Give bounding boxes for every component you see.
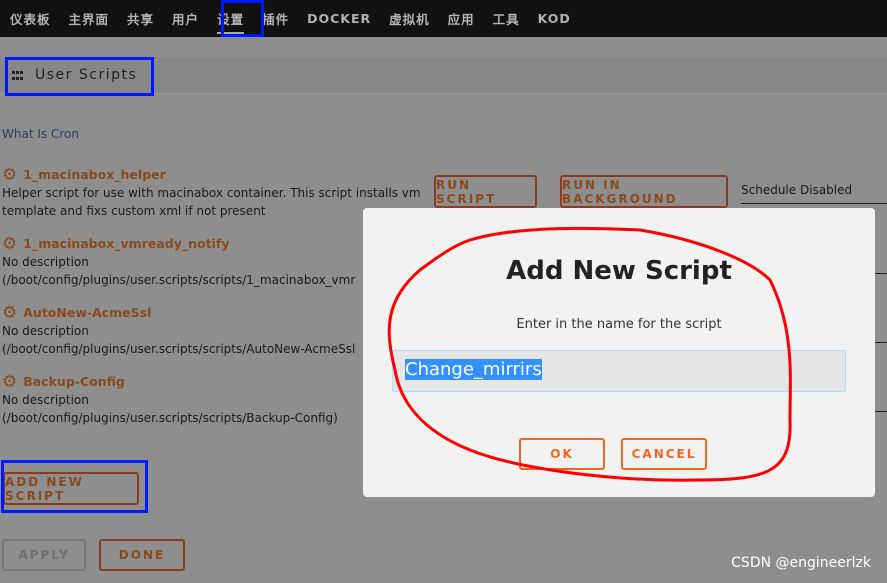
nav-dashboard[interactable]: 仪表板 xyxy=(10,9,51,28)
watermark: CSDN @engineerlzk xyxy=(731,555,871,571)
script-name-input[interactable]: Change_mirrirs xyxy=(392,350,846,392)
gear-icon[interactable]: ⚙ xyxy=(2,305,17,322)
nav-tools[interactable]: 工具 xyxy=(493,9,520,28)
run-script-button[interactable]: RUN SCRIPT xyxy=(434,175,537,208)
dialog-prompt: Enter in the name for the script xyxy=(516,317,722,332)
nav-vms[interactable]: 虚拟机 xyxy=(389,9,430,28)
script-path: (/boot/config/plugins/user.scripts/scrip… xyxy=(2,411,338,425)
nav-main[interactable]: 主界面 xyxy=(69,9,110,28)
add-script-dialog: Add New Script Enter in the name for the… xyxy=(363,208,875,497)
top-nav: 仪表板 主界面 共享 用户 设置 插件 DOCKER 虚拟机 应用 工具 KOD xyxy=(0,0,887,37)
gear-icon[interactable]: ⚙ xyxy=(2,167,17,184)
schedule-select[interactable]: Schedule Disabled xyxy=(741,183,887,204)
ok-button[interactable]: OK xyxy=(519,438,605,470)
apply-button[interactable]: APPLY xyxy=(2,539,86,571)
script-desc: No description xyxy=(2,393,89,407)
script-name[interactable]: Backup-Config xyxy=(23,373,125,391)
script-desc: No description xyxy=(2,255,89,269)
script-item: ⚙ AutoNew-AcmeSsl No description (/boot/c… xyxy=(2,304,364,358)
script-path: (/boot/config/plugins/user.scripts/scrip… xyxy=(2,342,356,356)
cancel-button[interactable]: CANCEL xyxy=(621,438,707,470)
script-name[interactable]: AutoNew-AcmeSsl xyxy=(23,304,151,322)
script-name[interactable]: 1_macinabox_vmready_notify xyxy=(23,235,229,253)
annotation-box xyxy=(221,0,264,37)
script-item: ⚙ 1_macinabox_vmready_notify No descripti… xyxy=(2,235,364,289)
what-is-cron-link[interactable]: What Is Cron xyxy=(2,127,79,141)
run-in-background-button[interactable]: RUN IN BACKGROUND xyxy=(560,175,728,208)
annotation-box xyxy=(5,57,154,96)
nav-docker[interactable]: DOCKER xyxy=(307,11,371,26)
nav-kod[interactable]: KOD xyxy=(538,11,571,26)
gear-icon[interactable]: ⚙ xyxy=(2,374,17,391)
script-name[interactable]: 1_macinabox_helper xyxy=(23,166,166,184)
script-desc: No description xyxy=(2,324,89,338)
nav-apps[interactable]: 应用 xyxy=(448,9,475,28)
script-name-value: Change_mirrirs xyxy=(405,359,542,380)
done-button[interactable]: DONE xyxy=(99,539,185,571)
nav-users[interactable]: 用户 xyxy=(172,9,199,28)
dialog-title: Add New Script xyxy=(506,256,732,286)
gear-icon[interactable]: ⚙ xyxy=(2,236,17,253)
script-item: ⚙ Backup-Config No description (/boot/con… xyxy=(2,373,364,427)
nav-shares[interactable]: 共享 xyxy=(127,9,154,28)
script-path: (/boot/config/plugins/user.scripts/scrip… xyxy=(2,273,356,287)
annotation-box xyxy=(1,460,148,513)
script-item: ⚙ 1_macinabox_helper Helper script for us… xyxy=(2,166,422,220)
script-desc: Helper script for use with macinabox con… xyxy=(2,186,421,218)
nav-plugins[interactable]: 插件 xyxy=(262,9,289,28)
